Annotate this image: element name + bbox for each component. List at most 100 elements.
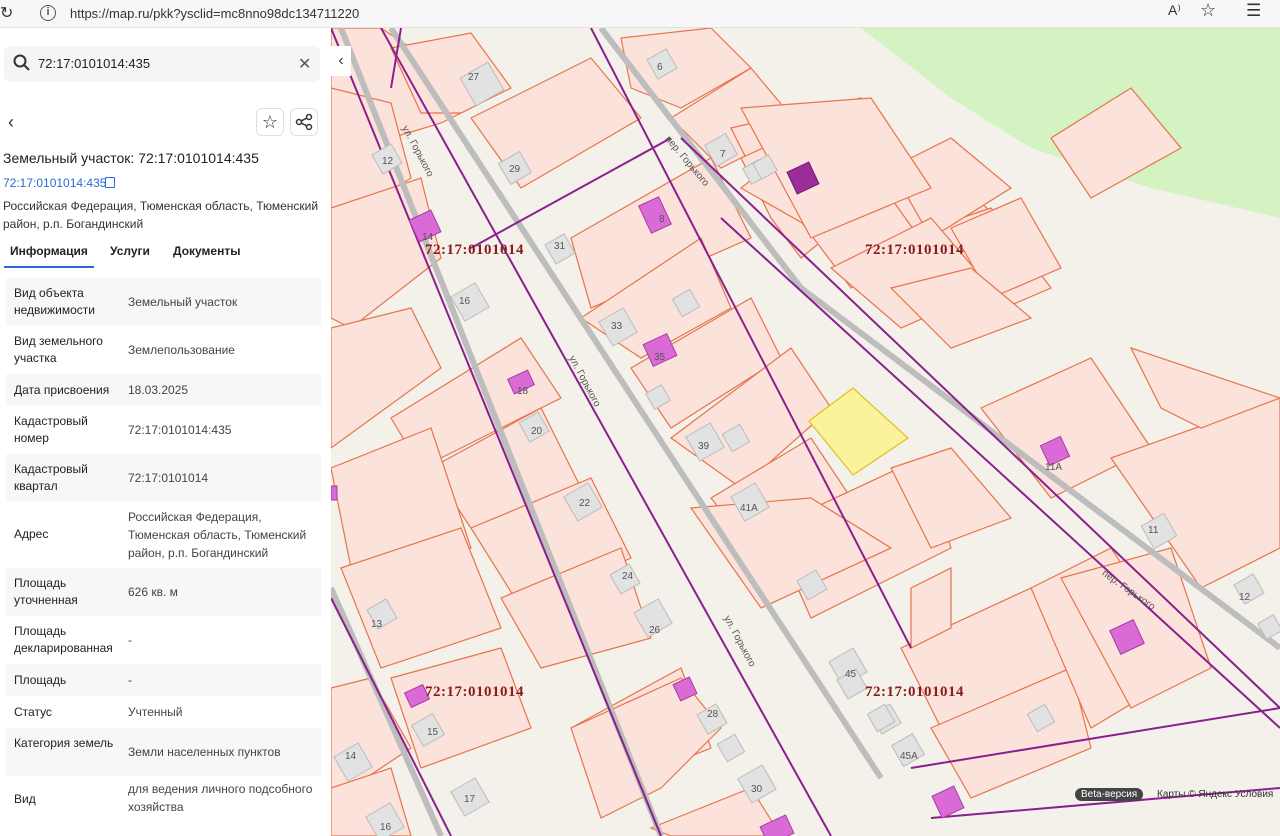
star-icon: ☆ [261,112,279,132]
favorite-star-icon[interactable]: ☆ [1200,0,1216,21]
house-number: 29 [509,164,521,175]
house-number: 17 [464,794,476,805]
read-aloud-icon[interactable]: A⁾ [1168,2,1181,19]
property-value: Российская Федерация, Тюменская область,… [128,510,307,560]
house-number: 24 [622,571,634,582]
tab-bar: Информация Услуги Документы [0,240,331,268]
house-number: 15 [427,727,439,738]
address-text: Российская Федерация, Тюменская область,… [3,199,319,231]
search-box[interactable]: 72:17:0101014:435 ✕ [4,46,320,82]
table-row: Вид для ведения личного подсобного хозяй… [6,776,321,824]
tab-documents[interactable]: Документы [173,244,240,258]
house-number: 18 [517,386,529,397]
house-number: 13 [371,619,383,630]
info-panel: 72:17:0101014:435 ✕ ‹ ☆ Земельный участо… [0,28,331,836]
house-number: 30 [751,784,763,795]
property-value: Земли населенных пунктов [128,745,281,759]
table-row: Кадастровый квартал 72:17:0101014 [6,454,321,502]
table-row: Адрес Российская Федерация, Тюменская об… [6,502,321,568]
house-number: 45А [900,751,918,762]
map-copyright[interactable]: Карты © Яндекс Условия [1157,789,1273,800]
table-row: Статус Учтенный [6,696,321,728]
property-value: Землепользование [128,343,235,357]
url-text[interactable]: https://map.ru/pkk?ysclid=mc8nno98dc1347… [70,6,359,21]
house-number: 45 [845,669,857,680]
tab-info[interactable]: Информация [10,244,88,258]
map-canvas[interactable] [331,28,1280,836]
house-number: 6 [657,62,663,73]
quarter-label: 72:17:0101014 [425,242,524,258]
cadastral-map[interactable]: 72:17:0101014 72:17:0101014 72:17:010101… [331,28,1280,836]
table-row: Вид земельного участка Землепользование [6,326,321,374]
property-key: Дата присвоения [14,383,110,397]
property-key: Вид земельного участка [14,334,103,365]
property-key: Статус [14,705,52,719]
property-value: для ведения личного подсобного хозяйства [128,782,313,814]
house-number: 16 [459,296,471,307]
property-key: Площадь [14,673,67,687]
property-key: Адрес [14,527,49,541]
house-number: 26 [649,625,661,636]
property-value: - [128,673,132,687]
site-info-icon[interactable]: i [40,5,56,21]
house-number: 12 [1239,592,1251,603]
house-number: 33 [611,321,623,332]
property-value: 72:17:0101014 [128,471,209,485]
property-value: 626 кв. м [128,585,178,599]
property-key: Площадь уточненная [14,576,78,607]
table-row: Площадь декларированная - [6,616,321,664]
property-value: 72:17:0101014:435 [128,423,232,437]
property-value: Учтенный [128,705,183,719]
tab-services[interactable]: Услуги [110,244,150,258]
browser-toolbar: ↻ i https://map.ru/pkk?ysclid=mc8nno98dc… [0,0,1280,28]
quarter-label: 72:17:0101014 [425,684,524,700]
table-row: Категория земель Земли населенных пункто… [6,728,321,776]
active-tab-indicator [4,266,94,268]
cadastral-link[interactable]: 72:17:0101014:435 [3,176,106,190]
address-bar[interactable]: i https://map.ru/pkk?ysclid=mc8nno98dc13… [30,2,1240,26]
reload-icon[interactable]: ↻ [0,3,13,23]
house-number: 8 [659,214,665,225]
property-key: Категория земель [14,736,114,750]
house-number: 27 [468,72,480,83]
property-value: 18.03.2025 [128,383,189,397]
house-number: 20 [531,426,543,437]
house-number: 7 [720,149,726,160]
search-input[interactable]: 72:17:0101014:435 [38,56,150,71]
property-value: - [128,633,132,647]
collapse-panel-button[interactable]: ‹ [331,46,351,76]
bookmark-button[interactable]: ☆ [256,108,284,136]
house-number: 28 [707,709,719,720]
table-row: Площадь уточненная 626 кв. м [6,568,321,616]
house-number: 39 [698,441,710,452]
back-button[interactable]: ‹ [8,112,28,134]
house-number: 12 [382,156,394,167]
favorites-list-icon[interactable]: ☰ [1246,1,1261,21]
property-value: Земельный участок [128,295,238,309]
chevron-left-icon: ‹ [338,52,344,69]
table-row: Вид объекта недвижимости Земельный участ… [6,278,321,326]
share-button[interactable] [290,108,318,136]
table-row: Площадь - [6,664,321,696]
house-number: 11 [1148,525,1159,536]
house-number: 35 [654,352,666,363]
table-row: Кадастровый номер 72:17:0101014:435 [6,406,321,454]
house-number: 11А [1045,462,1063,473]
page-title: Земельный участок: 72:17:0101014:435 [3,150,259,166]
quarter-label: 72:17:0101014 [865,242,964,258]
house-number: 14 [345,751,357,762]
house-number: 14 [422,232,434,243]
share-icon [295,113,313,131]
property-key: Кадастровый квартал [14,462,88,493]
copy-icon[interactable] [105,177,115,188]
house-number: 31 [554,241,566,252]
quarter-label: 72:17:0101014 [865,684,964,700]
property-key: Вид [14,792,36,806]
property-key: Вид объекта недвижимости [14,286,95,317]
close-icon[interactable]: ✕ [298,54,311,74]
house-number: 22 [579,498,591,509]
house-number: 16 [380,822,392,833]
beta-badge[interactable]: Beta-версия [1075,788,1144,801]
search-icon [13,54,30,71]
table-row: Дата присвоения 18.03.2025 [6,374,321,406]
